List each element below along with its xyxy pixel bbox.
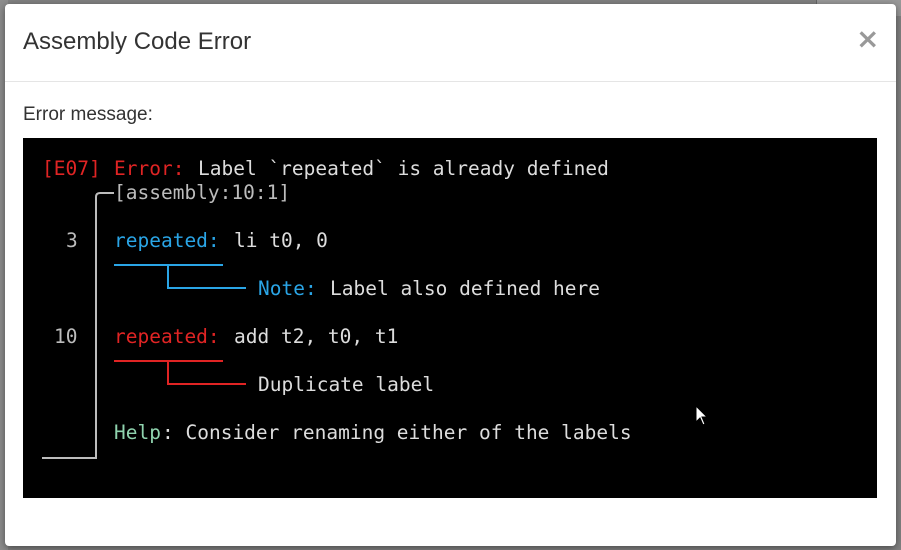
error-label: Error: [114,157,185,180]
note-pointer [167,265,246,289]
mouse-pointer-icon [695,404,709,426]
source-code-second: add t2, t0, t1 [234,325,399,348]
source-label-second: repeated: [114,325,220,348]
close-button[interactable]: × [856,24,879,54]
error-dialog: Assembly Code Error × Error message: [E0… [5,4,896,546]
source-label-first: repeated: [114,229,220,252]
error-output-terminal: [E07] Error: Label `repeated` is already… [23,138,877,498]
help-text: : Consider renaming either of the labels [162,421,632,444]
dialog-header: Assembly Code Error × [5,4,896,82]
error-message-label: Error message: [23,104,153,125]
dialog-title: Assembly Code Error [23,28,252,55]
error-text: Label `repeated` is already defined [198,157,609,180]
line-number-10: 10 [54,325,78,348]
line-number-3: 3 [66,229,78,252]
source-code-first: li t0, 0 [234,229,328,252]
error-location: [assembly:10:1] [114,181,291,204]
help-label: Help [114,421,161,444]
error-code: [E07] [42,157,101,180]
duplicate-label-text: Duplicate label [258,373,435,396]
error-pointer [167,361,246,385]
note-text: Label also defined here [330,277,601,300]
gutter-bracket [42,192,114,459]
note-label: Note: [258,277,317,300]
